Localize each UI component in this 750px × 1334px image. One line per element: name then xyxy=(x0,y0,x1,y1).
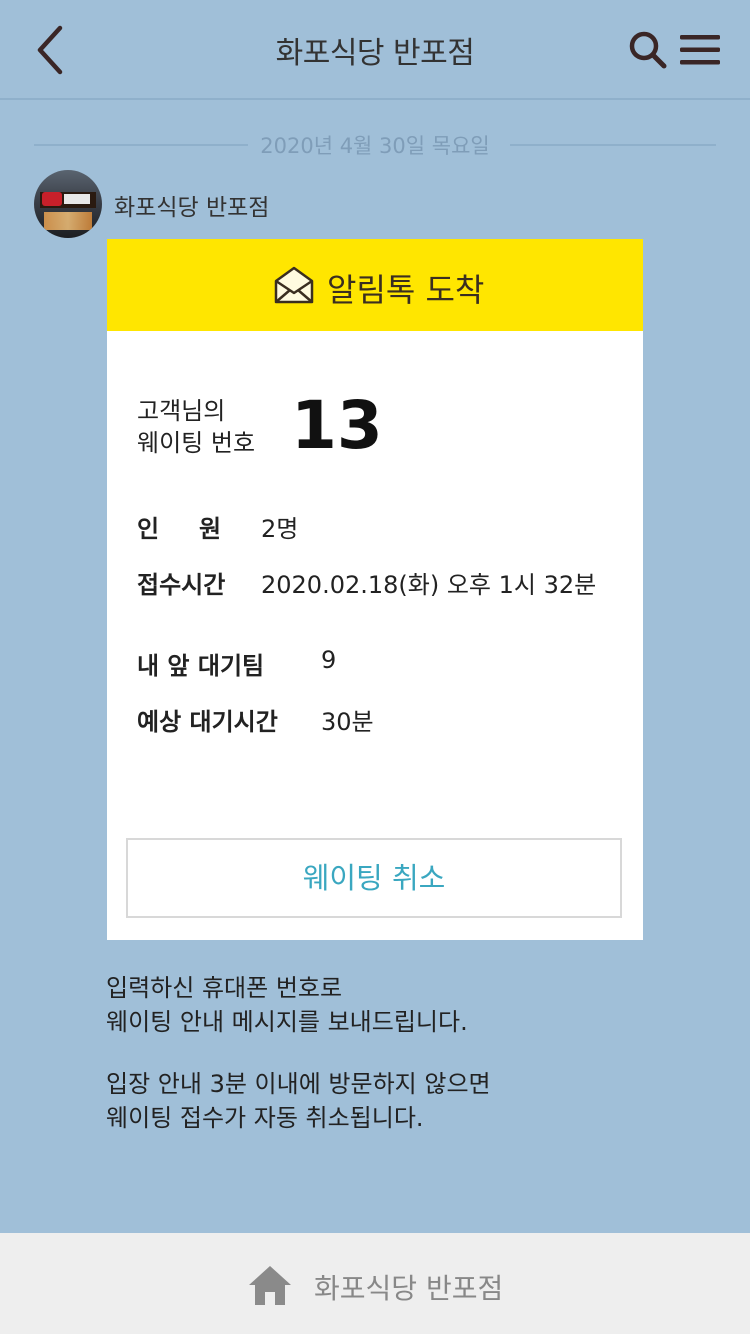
avatar-red-logo xyxy=(42,192,62,206)
home-icon xyxy=(249,1266,291,1305)
waiting-label-line2: 웨이팅 번호 xyxy=(137,429,256,457)
avatar-lights xyxy=(44,212,92,230)
expected-label: 예상 대기시간 xyxy=(137,708,278,736)
party-label-2: 원 xyxy=(199,515,222,543)
notice-line2: 웨이팅 안내 메시지를 보내드립니다. xyxy=(106,1008,468,1036)
card-header-title: 알림톡 도착 xyxy=(327,271,485,309)
footer-label: 화포식당 반포점 xyxy=(314,1272,504,1305)
top-bar: 화포식당 반포점 xyxy=(0,0,750,100)
notice-line4: 웨이팅 접수가 자동 취소됩니다. xyxy=(106,1104,424,1132)
menu-button[interactable] xyxy=(678,30,722,70)
notice-line1: 입력하신 휴대폰 번호로 xyxy=(106,974,343,1002)
waiting-number: 13 xyxy=(291,387,383,464)
sender-avatar[interactable] xyxy=(34,170,102,238)
hamburger-menu-icon xyxy=(680,35,720,65)
sender-name: 화포식당 반포점 xyxy=(114,195,270,221)
date-divider: 2020년 4월 30일 목요일 xyxy=(34,128,716,160)
received-value: 2020.02.18(화) 오후 1시 32분 xyxy=(261,571,597,599)
search-button[interactable] xyxy=(626,28,670,72)
expected-value: 30분 xyxy=(321,708,374,736)
avatar-sign-text xyxy=(64,194,90,204)
alimtalk-card: 알림톡 도착 고객님의 웨이팅 번호 13 인 원 2명 접수시간 2020.0… xyxy=(107,239,643,940)
party-label-1: 인 xyxy=(137,515,160,543)
notice-line3: 입장 안내 3분 이내에 방문하지 않으면 xyxy=(106,1070,491,1098)
waiting-label-line1: 고객님의 xyxy=(137,397,226,425)
party-value: 2명 xyxy=(261,515,299,543)
received-label: 접수시간 xyxy=(137,571,226,599)
card-header: 알림톡 도착 xyxy=(107,239,643,331)
search-icon xyxy=(629,31,667,69)
footer-home-bar[interactable]: 화포식당 반포점 xyxy=(0,1233,750,1334)
cancel-waiting-button[interactable]: 웨이팅 취소 xyxy=(126,838,622,918)
divider-line-right xyxy=(510,144,716,146)
ahead-label: 내 앞 대기팀 xyxy=(137,652,265,680)
ahead-value: 9 xyxy=(321,646,337,674)
envelope-icon xyxy=(274,266,314,304)
